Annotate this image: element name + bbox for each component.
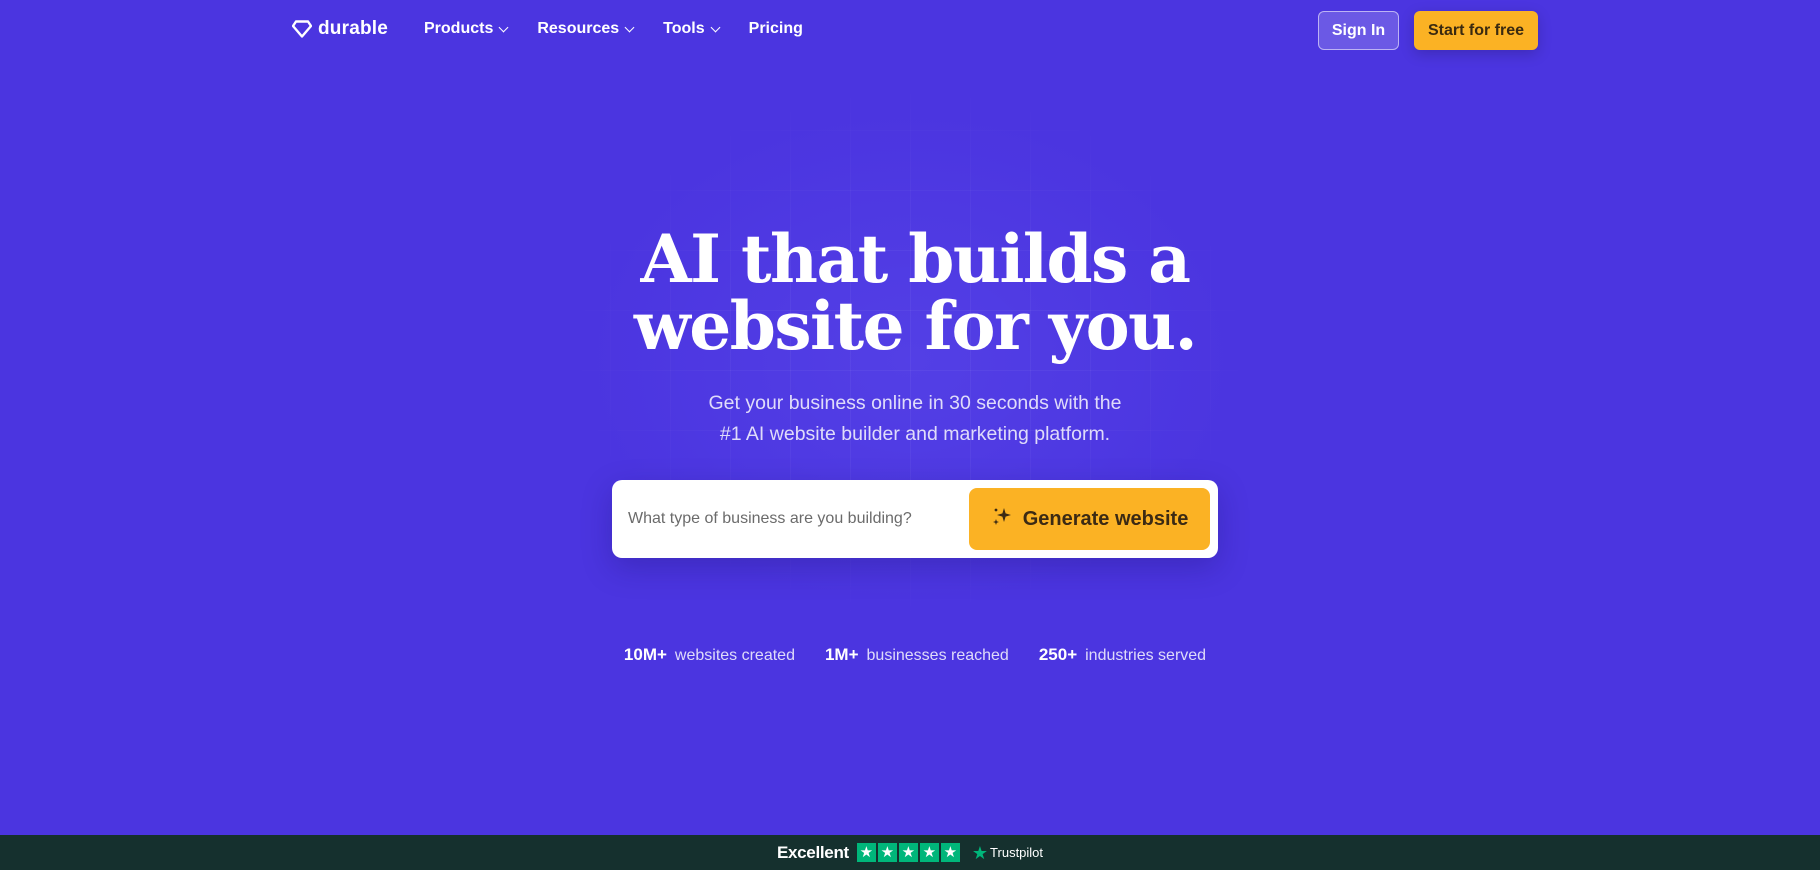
nav-item-label: Pricing (748, 20, 803, 37)
trustpilot-name: Trustpilot (990, 845, 1044, 860)
nav-item-label: Products (424, 20, 494, 37)
brand-name: durable (318, 18, 389, 39)
generate-form: Generate website (612, 480, 1218, 558)
stat-label: websites created (674, 647, 795, 664)
star-icon: ★ (877, 843, 897, 862)
nav-item-label: Tools (663, 20, 705, 37)
trustpilot-bar[interactable]: Excellent ★ ★ ★ ★ ★ ★ Trustpilot (0, 835, 1820, 870)
sparkle-icon (991, 505, 1013, 533)
chevron-down-icon (710, 22, 721, 32)
stats-row: 10M+ websites created 1M+ businesses rea… (610, 645, 1220, 665)
hero-title: AI that builds a website for you. (560, 226, 1270, 360)
business-type-input[interactable] (628, 498, 958, 540)
hero-subtitle-line-1: Get your business online in 30 seconds w… (708, 392, 1122, 414)
hero-title-line-1: AI that builds a (640, 220, 1191, 298)
chevron-down-icon (498, 22, 509, 32)
nav-item-pricing[interactable]: Pricing (749, 20, 803, 38)
stat-label: industries served (1085, 647, 1207, 664)
chevron-down-icon (624, 22, 635, 32)
stat-websites: 10M+ websites created (624, 645, 795, 665)
nav-item-resources[interactable]: Resources (537, 20, 635, 38)
stat-label: businesses reached (866, 647, 1009, 664)
page: durable Products Resources Tools Pricing… (0, 0, 1820, 870)
star-icon: ★ (940, 843, 960, 862)
start-for-free-button[interactable]: Start for free (1414, 11, 1538, 50)
hero-subtitle-line-2: #1 AI website builder and marketing plat… (719, 423, 1111, 445)
star-icon: ★ (919, 843, 939, 862)
nav-item-label: Resources (537, 20, 620, 37)
trustpilot-star-icon: ★ (971, 842, 989, 863)
hero-title-line-2: website for you. (633, 287, 1198, 365)
stat-businesses: 1M+ businesses reached (825, 645, 1009, 665)
nav-item-products[interactable]: Products (424, 20, 509, 38)
stat-value: 250+ (1038, 645, 1078, 664)
gem-icon (292, 20, 312, 38)
stat-industries: 250+ industries served (1039, 645, 1206, 665)
stat-value: 1M+ (824, 645, 859, 664)
star-icon: ★ (898, 843, 918, 862)
nav-links: Products Resources Tools Pricing (424, 20, 803, 38)
generate-website-button[interactable]: Generate website (969, 488, 1210, 550)
top-navigation: durable Products Resources Tools Pricing… (0, 0, 1820, 62)
brand-logo[interactable]: durable (292, 18, 388, 40)
nav-item-tools[interactable]: Tools (663, 20, 721, 38)
trust-stars: ★ ★ ★ ★ ★ (856, 843, 960, 862)
trust-rating-word: Excellent (776, 842, 849, 862)
star-icon: ★ (856, 843, 876, 862)
generate-website-label: Generate website (1022, 507, 1189, 530)
stat-value: 10M+ (623, 645, 667, 664)
trustpilot-logo: ★ Trustpilot (972, 844, 1043, 862)
sign-in-button[interactable]: Sign In (1318, 11, 1399, 50)
hero-subtitle: Get your business online in 30 seconds w… (560, 388, 1270, 450)
